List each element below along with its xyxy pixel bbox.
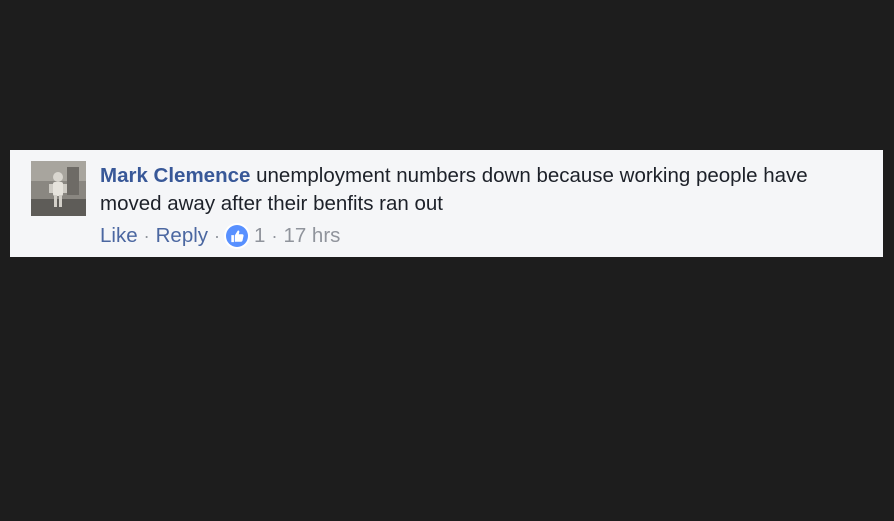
- comment-actions: Like · Reply · 1 · 17 hrs: [100, 222, 340, 250]
- separator-dot: ·: [143, 225, 150, 246]
- comment-card: Mark Clemence unemployment numbers down …: [10, 150, 883, 257]
- like-button[interactable]: Like: [100, 224, 138, 248]
- profile-photo-icon: [31, 161, 86, 216]
- comment-timestamp[interactable]: 17 hrs: [283, 224, 340, 248]
- avatar[interactable]: [31, 161, 86, 216]
- reaction-count-badge[interactable]: 1: [226, 224, 265, 248]
- separator-dot: ·: [214, 225, 221, 246]
- reply-button[interactable]: Reply: [156, 224, 208, 248]
- comment-author-link[interactable]: Mark Clemence: [100, 164, 250, 187]
- thumbs-up-icon: [226, 225, 249, 247]
- separator-dot: ·: [271, 225, 278, 246]
- like-count: 1: [254, 224, 266, 247]
- comment-body: Mark Clemence unemployment numbers down …: [100, 162, 870, 218]
